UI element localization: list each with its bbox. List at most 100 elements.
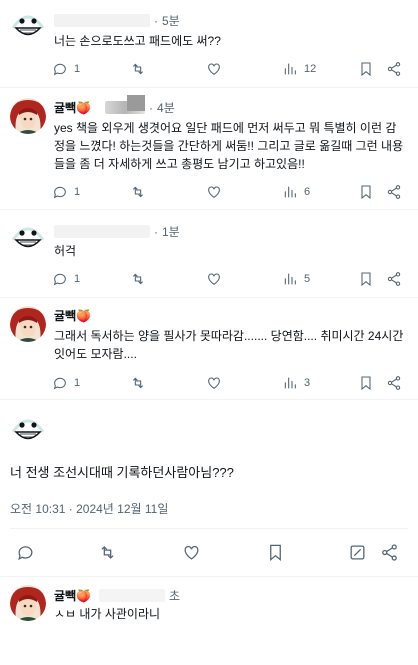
- share-icon: [387, 62, 401, 76]
- share-icon: [387, 185, 401, 199]
- tweet-time[interactable]: 초: [169, 587, 180, 604]
- tweet-meta: · 5분: [54, 12, 180, 29]
- reply-icon: [53, 377, 66, 390]
- retweet-button[interactable]: [130, 182, 146, 202]
- reply-button[interactable]: 1: [52, 373, 80, 393]
- tweet-text: ㅅㅂ 내가 사관이라니: [54, 607, 161, 621]
- like-icon: [208, 63, 220, 75]
- tweet-text: 너는 손으로도쓰고 패드에도 써??: [54, 34, 221, 48]
- tweet-text: 허걱: [54, 244, 77, 258]
- tweet-time[interactable]: 5분: [162, 12, 180, 29]
- character-avatar[interactable]: [10, 306, 46, 342]
- views-button[interactable]: 6: [282, 182, 310, 202]
- views-button[interactable]: 5: [282, 269, 310, 289]
- reply-tweet-5[interactable]: 귤빽🍑 초 ㅅㅂ 내가 사관이라니: [0, 577, 418, 665]
- blurred-handle: [99, 589, 166, 602]
- retweet-icon: [132, 377, 144, 389]
- tweet-meta: 귤빽🍑 · 4분: [54, 95, 175, 116]
- bookmark-icon: [361, 62, 371, 77]
- action-bar: 1 5: [52, 269, 402, 289]
- display-name[interactable]: 귤빽🍑: [54, 587, 91, 604]
- display-name[interactable]: 귤빽🍑: [54, 307, 91, 324]
- bookmark-button[interactable]: [358, 269, 374, 289]
- bookmark-icon: [270, 544, 281, 561]
- reply-icon: [53, 186, 66, 199]
- like-icon: [184, 545, 199, 560]
- reply-tweet-3[interactable]: · 1분 허걱 1 5: [0, 210, 418, 296]
- views-icon: [284, 273, 296, 285]
- bookmark-icon: [361, 185, 371, 200]
- share-button[interactable]: [386, 182, 402, 202]
- character-avatar[interactable]: [10, 98, 46, 134]
- bookmark-icon: [361, 376, 371, 391]
- views-icon: [284, 377, 296, 389]
- share-icon: [382, 543, 397, 561]
- like-button[interactable]: [182, 542, 201, 562]
- retweet-icon: [101, 545, 114, 559]
- reply-button[interactable]: 1: [52, 59, 80, 79]
- like-icon: [208, 377, 220, 389]
- views-button[interactable]: 3: [282, 373, 310, 393]
- reply-tweet-1[interactable]: · 5분 너는 손으로도쓰고 패드에도 써?? 1 12: [0, 0, 418, 86]
- share-icon: [387, 272, 401, 286]
- like-icon: [208, 273, 220, 285]
- bookmark-button[interactable]: [266, 542, 285, 562]
- tweet-meta: 귤빽🍑 초: [54, 587, 180, 604]
- tweet-meta: · 1분: [54, 223, 180, 240]
- like-button[interactable]: [206, 269, 222, 289]
- bookmark-icon: [361, 272, 371, 287]
- retweet-icon: [132, 273, 144, 285]
- focused-action-bar: [16, 542, 406, 566]
- edit-icon: [350, 545, 365, 559]
- blurred-handle: [54, 225, 150, 238]
- like-button[interactable]: [206, 373, 222, 393]
- bookmark-button[interactable]: [358, 59, 374, 79]
- share-icon: [387, 376, 401, 390]
- reply-button[interactable]: [16, 542, 35, 562]
- retweet-button[interactable]: [98, 542, 117, 562]
- share-button[interactable]: [386, 269, 402, 289]
- like-button[interactable]: [206, 59, 222, 79]
- reply-icon: [18, 545, 33, 560]
- reply-icon: [53, 273, 66, 286]
- tweet-time[interactable]: 4분: [157, 99, 175, 116]
- share-button[interactable]: [386, 59, 402, 79]
- action-bar: 1 6: [52, 182, 402, 202]
- character-avatar[interactable]: [10, 585, 46, 621]
- display-name[interactable]: 귤빽🍑: [54, 99, 91, 116]
- share-button[interactable]: [380, 542, 399, 562]
- smiley-avatar[interactable]: [10, 220, 46, 256]
- tweet-text: 그래서 독서하는 양을 필사가 못따라감....... 당연함.... 취미시간…: [54, 329, 404, 361]
- edit-button[interactable]: [348, 542, 367, 562]
- views-icon: [284, 186, 296, 198]
- focused-tweet-text: 너 전생 조선시대때 기록하던사람아님???: [10, 465, 234, 480]
- reply-icon: [53, 63, 66, 76]
- reply-button[interactable]: 1: [52, 269, 80, 289]
- like-icon: [208, 186, 220, 198]
- reply-button[interactable]: 1: [52, 182, 80, 202]
- tweet-text: yes 책을 외우게 생겻어요 일단 패드에 먼저 써두고 뭐 특별히 이런 감…: [54, 121, 404, 171]
- retweet-button[interactable]: [130, 269, 146, 289]
- tweet-time[interactable]: 1분: [162, 223, 180, 240]
- reply-tweet-4[interactable]: 귤빽🍑 그래서 독서하는 양을 필사가 못따라감....... 당연함.... …: [0, 298, 418, 398]
- tweet-meta: 귤빽🍑: [54, 307, 91, 324]
- retweet-button[interactable]: [130, 373, 146, 393]
- blurred-handle: [105, 95, 146, 114]
- blurred-handle: [54, 14, 150, 27]
- views-icon: [284, 63, 296, 75]
- share-button[interactable]: [386, 373, 402, 393]
- bookmark-button[interactable]: [358, 182, 374, 202]
- smiley-avatar[interactable]: [10, 412, 46, 448]
- tweet-timestamp[interactable]: 오전 10:31 · 2024년 12월 11일: [10, 500, 168, 517]
- action-bar: 1 12: [52, 59, 402, 79]
- smiley-avatar[interactable]: [10, 8, 46, 44]
- like-button[interactable]: [206, 182, 222, 202]
- bookmark-button[interactable]: [358, 373, 374, 393]
- focused-tweet: 너 전생 조선시대때 기록하던사람아님??? 오전 10:31 · 2024년 …: [0, 400, 418, 573]
- retweet-button[interactable]: [130, 59, 146, 79]
- retweet-icon: [132, 63, 144, 75]
- reply-tweet-2[interactable]: 귤빽🍑 · 4분 yes 책을 외우게 생겻어요 일단 패드에 먼저 써두고 뭐…: [0, 88, 418, 208]
- divider: [10, 528, 408, 529]
- action-bar: 1 3: [52, 373, 402, 393]
- views-button[interactable]: 12: [282, 59, 316, 79]
